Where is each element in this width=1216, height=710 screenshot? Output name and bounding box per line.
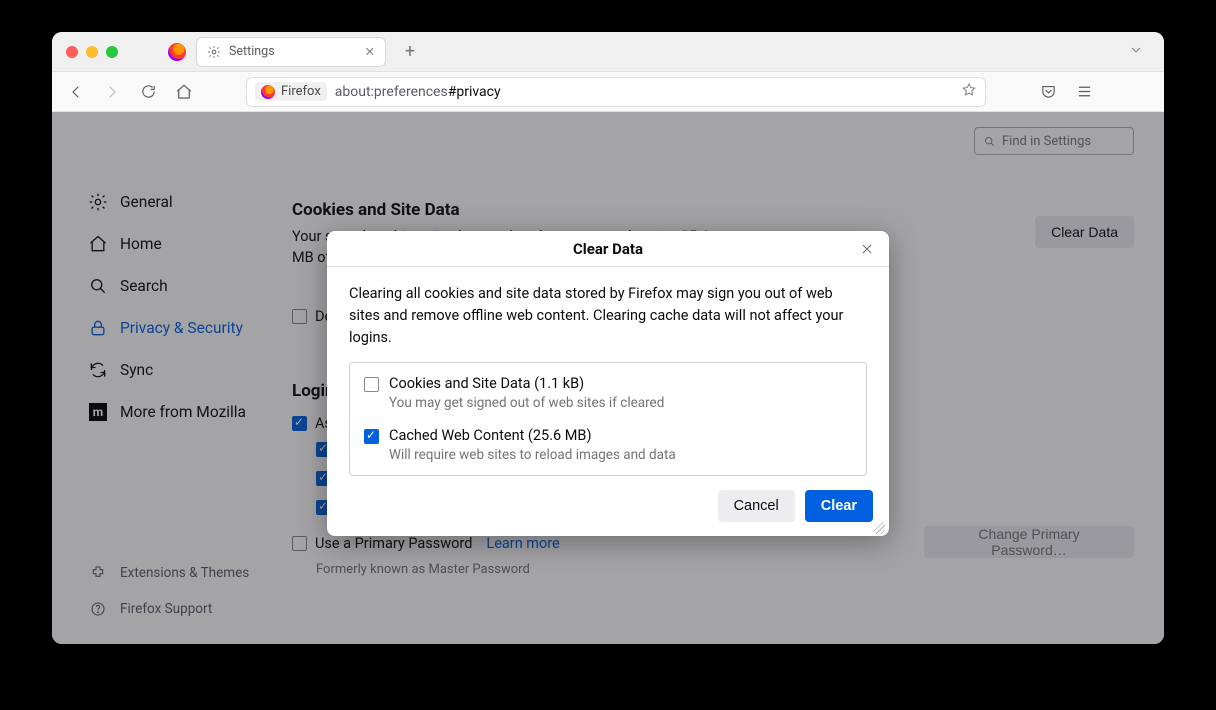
cancel-button[interactable]: Cancel	[718, 490, 795, 522]
home-button[interactable]	[170, 78, 198, 106]
identity-box[interactable]: Firefox	[255, 82, 327, 101]
dialog-description: Clearing all cookies and site data store…	[349, 283, 867, 348]
checkbox[interactable]	[364, 429, 379, 444]
dialog-body: Clearing all cookies and site data store…	[327, 267, 889, 490]
dialog-title: Clear Data	[573, 240, 643, 258]
tab-close-icon[interactable]: ✕	[365, 44, 375, 60]
titlebar: Settings ✕ +	[52, 32, 1164, 72]
forward-button[interactable]	[98, 78, 126, 106]
dialog-header: Clear Data	[327, 231, 889, 267]
new-tab-button[interactable]: +	[396, 38, 424, 66]
gear-icon	[207, 45, 221, 59]
firefox-icon	[261, 85, 275, 99]
firefox-icon	[168, 43, 186, 61]
url-text: about:preferences#privacy	[335, 84, 501, 100]
window-maximize-button[interactable]	[106, 46, 118, 58]
option-sublabel: Will require web sites to reload images …	[389, 447, 676, 463]
option-label: Cookies and Site Data (1.1 kB)	[389, 375, 664, 392]
window-minimize-button[interactable]	[86, 46, 98, 58]
dialog-close-button[interactable]	[855, 237, 879, 261]
app-menu-button[interactable]	[1070, 78, 1098, 106]
dialog-actions: Cancel Clear	[327, 490, 889, 536]
option-label: Cached Web Content (25.6 MB)	[389, 427, 676, 444]
tabs-list-button[interactable]	[1122, 42, 1150, 62]
clear-button[interactable]: Clear	[805, 490, 873, 522]
option-sublabel: You may get signed out of web sites if c…	[389, 395, 664, 411]
identity-label: Firefox	[281, 84, 321, 99]
tab-title: Settings	[229, 44, 275, 59]
dialog-options: Cookies and Site Data (1.1 kB) You may g…	[349, 362, 867, 476]
chevron-down-icon	[1128, 42, 1144, 58]
urlbar[interactable]: Firefox about:preferences#privacy	[246, 77, 986, 107]
window-controls	[66, 46, 118, 58]
tab-settings[interactable]: Settings ✕	[196, 37, 386, 67]
toolbar: Firefox about:preferences#privacy	[52, 72, 1164, 112]
bookmark-star-icon[interactable]	[961, 82, 977, 102]
reload-button[interactable]	[134, 78, 162, 106]
option-cookies[interactable]: Cookies and Site Data (1.1 kB) You may g…	[364, 375, 852, 411]
resize-grip[interactable]	[873, 522, 885, 534]
option-cache[interactable]: Cached Web Content (25.6 MB) Will requir…	[364, 427, 852, 463]
window-close-button[interactable]	[66, 46, 78, 58]
save-to-pocket-button[interactable]	[1034, 78, 1062, 106]
checkbox[interactable]	[364, 377, 379, 392]
clear-data-dialog: Clear Data Clearing all cookies and site…	[327, 231, 889, 536]
browser-window: Settings ✕ + Firefox about:preferences#p…	[52, 32, 1164, 644]
back-button[interactable]	[62, 78, 90, 106]
close-icon	[860, 242, 874, 256]
